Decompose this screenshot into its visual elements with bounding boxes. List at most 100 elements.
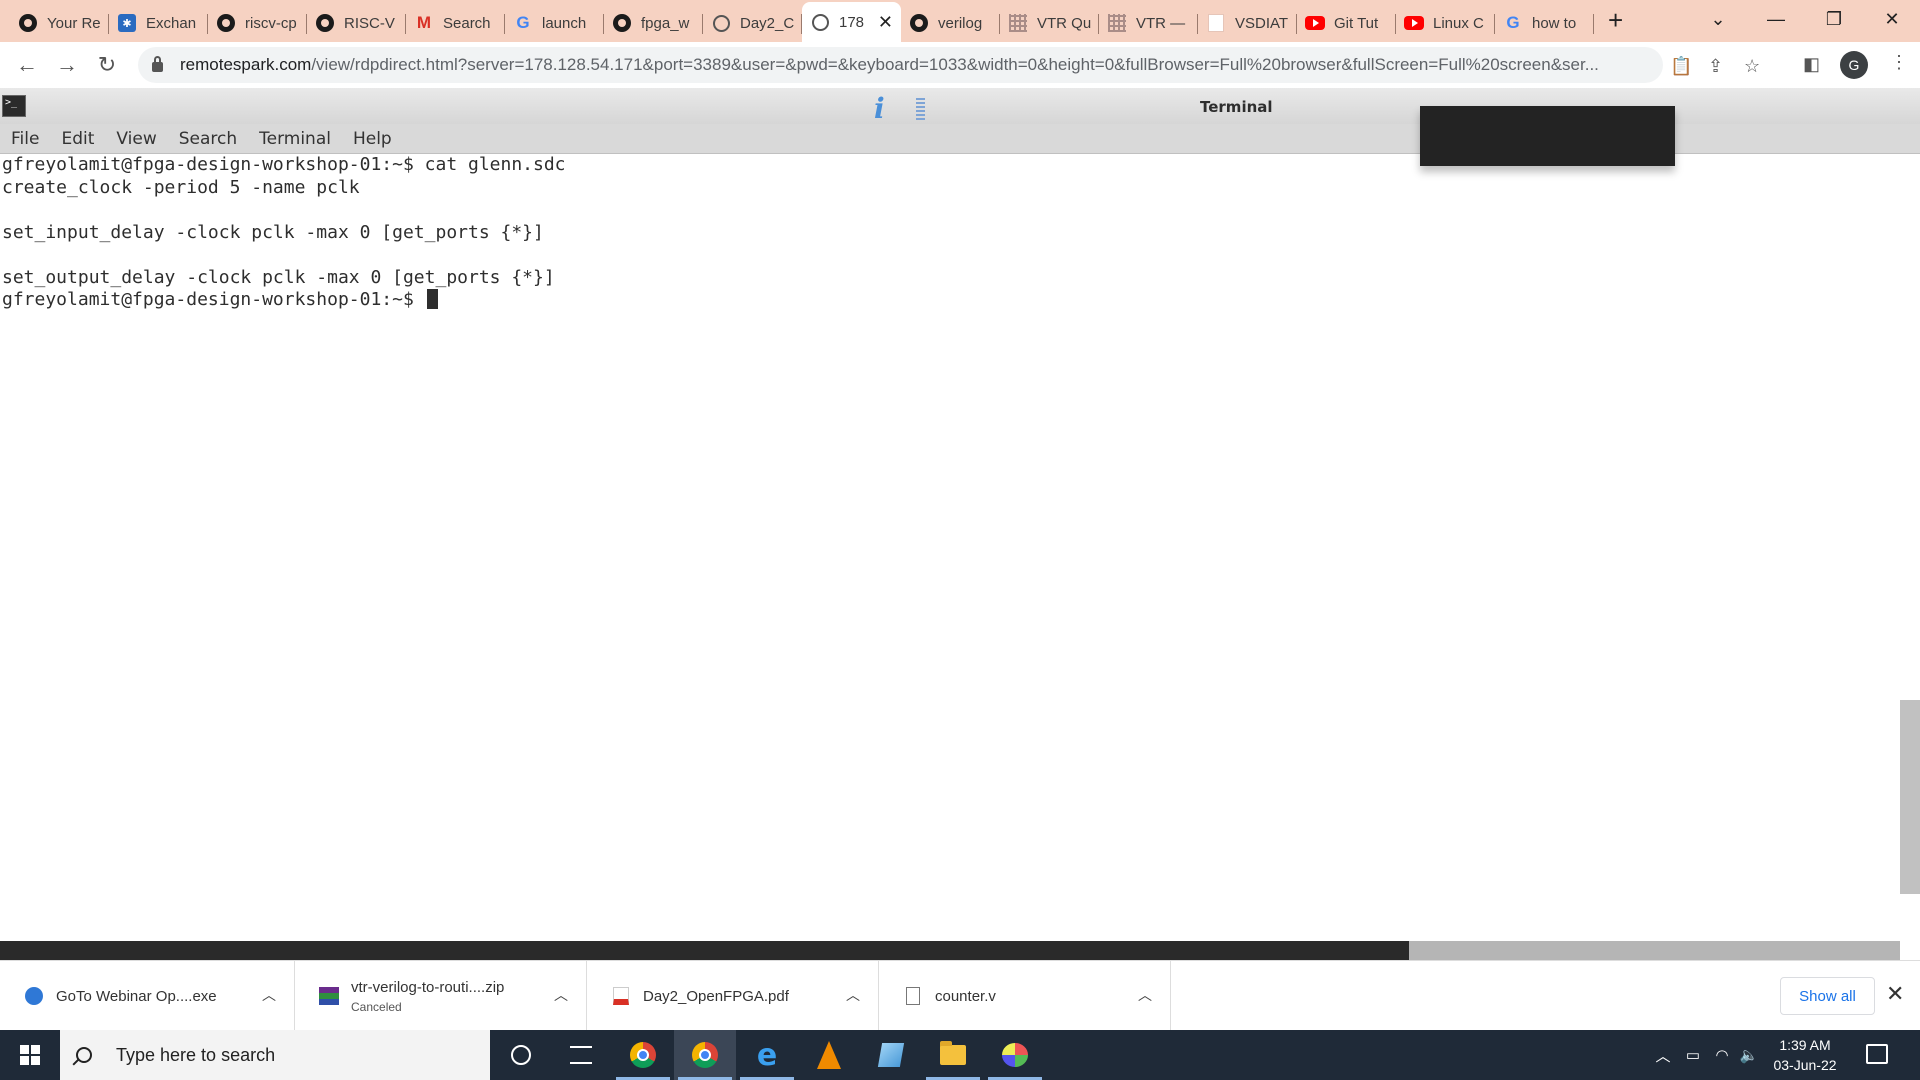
bookmark-star-icon[interactable]: ☆ [1744,56,1760,77]
taskbar-chrome-profile[interactable] [674,1030,736,1080]
github-icon [612,13,632,33]
browser-tab[interactable]: Your Re [10,4,109,42]
download-item[interactable]: counter.v ︿ [879,961,1171,1031]
taskbar-paint[interactable] [984,1030,1046,1080]
browser-tab[interactable]: Day2_C [703,4,802,42]
show-all-downloads-button[interactable]: Show all [1780,977,1875,1015]
menu-item-view[interactable]: View [105,129,167,149]
vertical-scrollbar[interactable] [1900,154,1920,894]
clipboard-icon[interactable]: 📋 [1670,56,1692,77]
gmail-icon: M [416,13,432,32]
task-view-button[interactable] [550,1030,612,1080]
url-text[interactable]: remotespark.com/view/rdpdirect.html?serv… [180,55,1660,75]
download-name: Day2_OpenFPGA.pdf [643,987,789,1005]
horizontal-scroll-thumb[interactable] [1409,941,1900,960]
taskbar-edge[interactable]: e [736,1030,798,1080]
reload-button[interactable]: ↻ [87,52,127,78]
terminal-line: set_input_delay -clock pclk -max 0 [get_… [2,221,544,243]
chevron-up-icon[interactable]: ︿ [846,985,860,1005]
new-tab-button[interactable]: + [1608,5,1623,36]
tab-search-chevron-icon[interactable]: ⌄ [1694,0,1742,38]
download-item[interactable]: GoTo Webinar Op....exe ︿ [0,961,295,1031]
menu-item-terminal[interactable]: Terminal [248,129,342,149]
download-item[interactable]: vtr-verilog-to-routi....zip Canceled ︿ [295,961,587,1031]
lock-icon[interactable] [152,56,163,72]
address-toolbar: ← → ↻ remotespark.com/view/rdpdirect.htm… [0,42,1920,88]
taskbar-chrome[interactable] [612,1030,674,1080]
browser-tab[interactable]: Linux C [1396,4,1495,42]
back-button[interactable]: ← [7,52,47,78]
browser-tab[interactable]: ✱ Exchan [109,4,208,42]
download-item[interactable]: Day2_OpenFPGA.pdf ︿ [587,961,879,1031]
menu-item-search[interactable]: Search [168,129,248,149]
task-view-icon [570,1046,592,1064]
taskbar-file-explorer[interactable] [922,1030,984,1080]
browser-tab[interactable]: Glaunch [505,4,604,42]
youtube-icon [1404,13,1424,33]
info-icon[interactable]: i [874,92,885,125]
browser-tab[interactable]: VSDIAT [1198,4,1297,42]
exchange-icon: ✱ [117,13,137,33]
battery-icon[interactable]: ▭ [1678,1030,1708,1080]
chevron-up-icon[interactable]: ︿ [554,985,568,1005]
toolbar-handle-icon[interactable] [916,98,925,120]
chevron-up-icon[interactable]: ︿ [1138,985,1152,1005]
taskbar-search-box[interactable]: Type here to search [60,1030,490,1080]
menu-item-help[interactable]: Help [342,129,403,149]
browser-tab[interactable]: 178 ✕ [802,2,901,42]
omnibox[interactable]: remotespark.com/view/rdpdirect.html?serv… [138,47,1760,83]
installer-icon [24,986,44,1006]
wifi-icon[interactable]: ◠ [1708,1030,1736,1080]
taskbar-notepad[interactable] [860,1030,922,1080]
browser-tab[interactable]: M Search [406,4,505,42]
windows-taskbar: Type here to search e ︿ ▭ ◠ 🔈 1:39 AM 03… [0,1030,1920,1080]
edge-icon: e [756,1037,778,1073]
tab-label: VTR Qu [1037,14,1091,32]
restore-button[interactable]: ❐ [1810,0,1858,38]
browser-tab[interactable]: VTR — [1099,4,1198,42]
tab-label: riscv-cp [245,14,297,32]
browser-tab[interactable]: Ghow to [1495,4,1594,42]
cortana-button[interactable] [490,1030,552,1080]
start-button[interactable] [0,1030,60,1080]
browser-tab[interactable]: riscv-cp [208,4,307,42]
share-icon[interactable]: ⇪ [1708,56,1723,77]
side-panel-icon[interactable]: ◧ [1803,54,1820,75]
tab-label: Linux C [1433,14,1484,32]
forward-button[interactable]: → [47,52,87,78]
kebab-menu-icon[interactable]: ⋮ [1890,52,1908,73]
browser-tab[interactable]: RISC-V [307,4,406,42]
browser-tab[interactable]: VTR Qu [1000,4,1099,42]
browser-tab[interactable]: verilog [901,4,1000,42]
horizontal-scrollbar[interactable] [0,941,1900,960]
profile-avatar[interactable]: G [1840,51,1868,79]
taskbar-vlc[interactable] [798,1030,860,1080]
volume-icon[interactable]: 🔈 [1736,1030,1762,1080]
github-icon [18,13,38,33]
vertical-scroll-thumb[interactable] [1900,700,1920,894]
terminal-output[interactable]: gfreyolamit@fpga-design-workshop-01:~$ c… [0,154,1900,1026]
remote-desktop-view[interactable]: >_ i Terminal File Edit View Search Terminal… [0,88,1920,960]
browser-tab[interactable]: Git Tut [1297,4,1396,42]
download-name: vtr-verilog-to-routi....zip [351,978,505,996]
notification-center-icon[interactable] [1866,1044,1888,1064]
windows-logo-icon [20,1045,40,1065]
minimize-button[interactable]: — [1752,0,1800,38]
terminal-app-icon[interactable]: >_ [2,95,26,117]
tab-label: VTR — [1136,14,1186,32]
tab-label: VSDIAT [1235,14,1289,32]
tab-label: fpga_w [641,14,690,32]
tray-chevron-up-icon[interactable]: ︿ [1650,1030,1676,1080]
menu-item-file[interactable]: File [0,129,50,149]
browser-tab-strip: Your Re ✱ Exchan riscv-cp RISC-V M Search Glaun… [0,0,1920,42]
close-tab-icon[interactable]: ✕ [878,12,893,33]
tab-label: launch [542,14,587,32]
folder-icon [940,1041,966,1065]
chevron-up-icon[interactable]: ︿ [262,985,276,1005]
menu-item-edit[interactable]: Edit [50,129,105,149]
browser-tab[interactable]: fpga_w [604,4,703,42]
close-window-button[interactable]: ✕ [1868,0,1916,38]
close-shelf-icon[interactable]: ✕ [1886,981,1904,1007]
taskbar-clock[interactable]: 1:39 AM 03-Jun-22 [1760,1035,1850,1075]
